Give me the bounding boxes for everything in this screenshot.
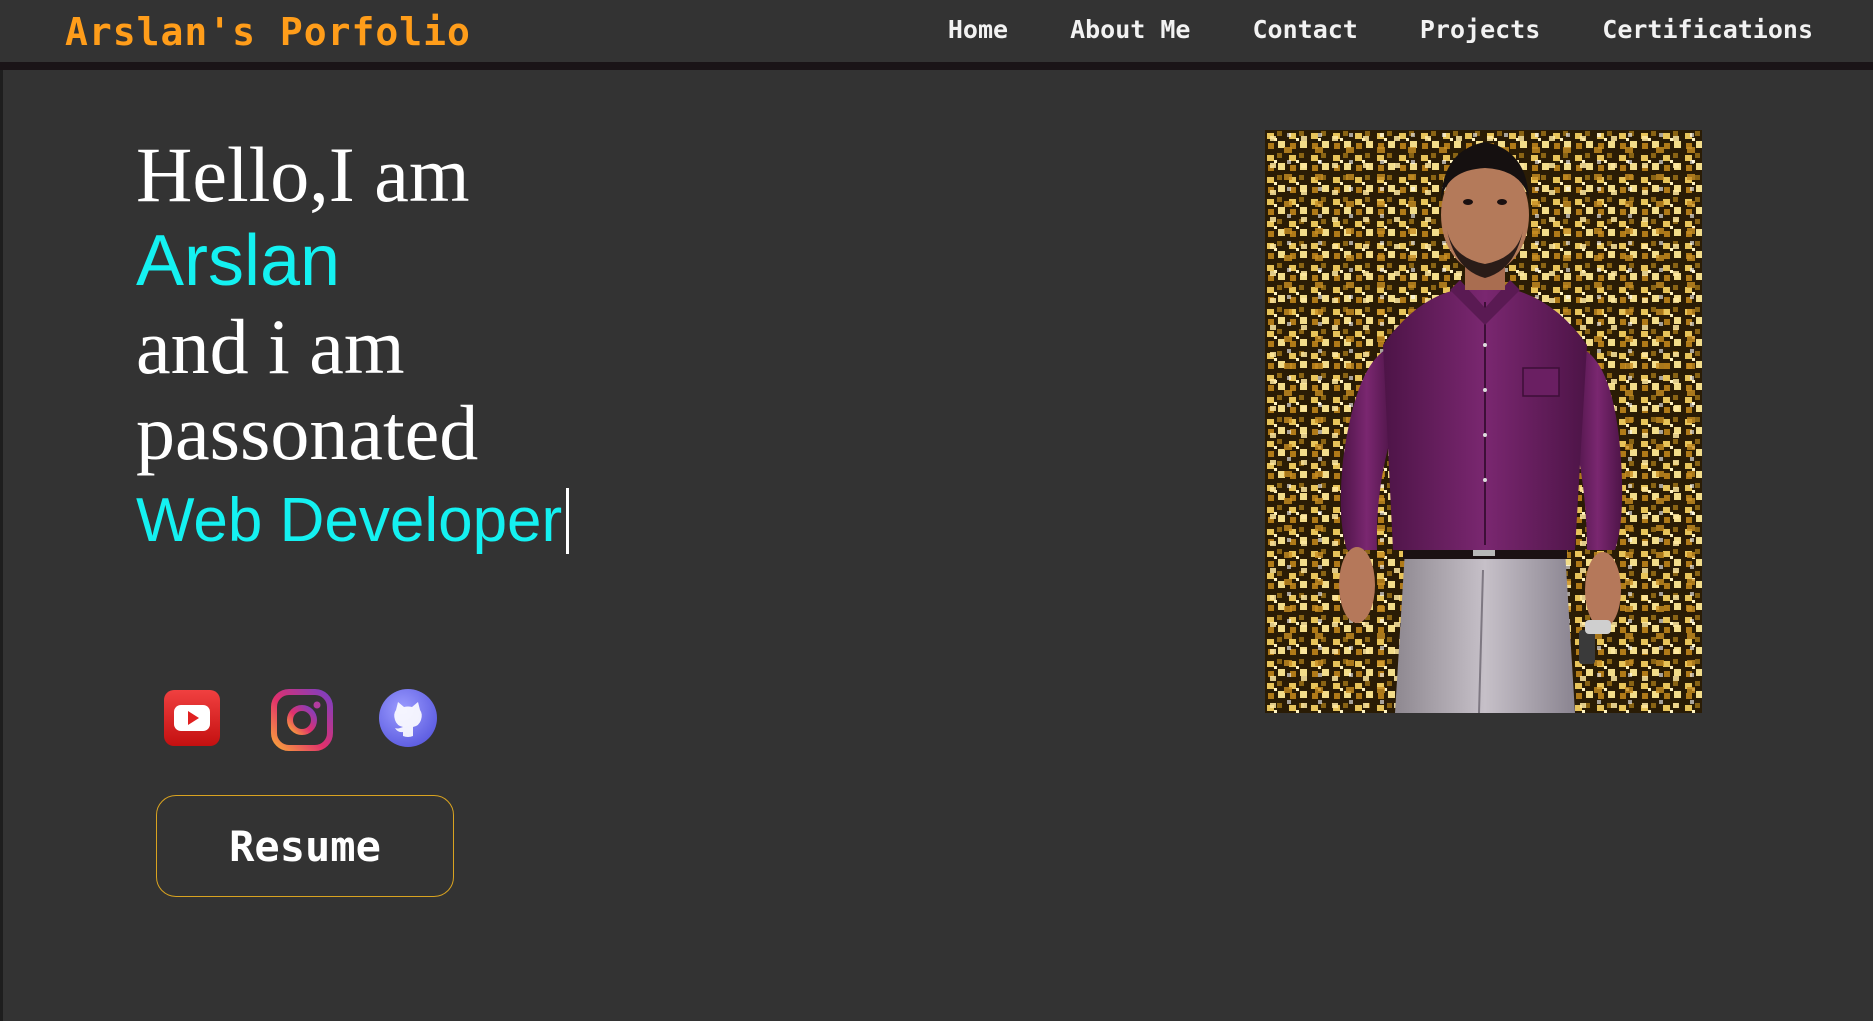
site-brand[interactable]: Arslan's Porfolio — [65, 10, 471, 54]
youtube-icon[interactable] — [162, 688, 222, 748]
instagram-icon[interactable] — [270, 688, 333, 751]
profile-photo-illustration — [1265, 130, 1702, 713]
hero-line-passonated: passonated — [136, 389, 479, 476]
hero-intro: Hello,I am Arslan and i am passonated We… — [136, 132, 836, 566]
hero-line-and-i-am: and i am — [136, 303, 405, 390]
nav-certifications[interactable]: Certifications — [1602, 15, 1813, 44]
left-edge-border — [0, 0, 3, 1021]
top-navbar: Arslan's Porfolio Home About Me Contact … — [0, 0, 1873, 70]
hero-greeting: Hello,I am — [136, 131, 470, 218]
nav-projects[interactable]: Projects — [1420, 15, 1540, 44]
social-links — [162, 688, 438, 751]
profile-photo — [1265, 130, 1702, 713]
main-nav: Home About Me Contact Projects Certifica… — [948, 15, 1813, 44]
hero-role-typing: Web Developer — [136, 476, 836, 566]
hero-role: Web Developer — [136, 486, 563, 555]
nav-home[interactable]: Home — [948, 15, 1008, 44]
resume-button[interactable]: Resume — [156, 795, 454, 897]
nav-contact[interactable]: Contact — [1253, 15, 1358, 44]
github-icon[interactable] — [378, 688, 438, 748]
hero-name: Arslan — [136, 221, 341, 301]
nav-about-me[interactable]: About Me — [1070, 15, 1190, 44]
typing-caret — [566, 488, 570, 554]
